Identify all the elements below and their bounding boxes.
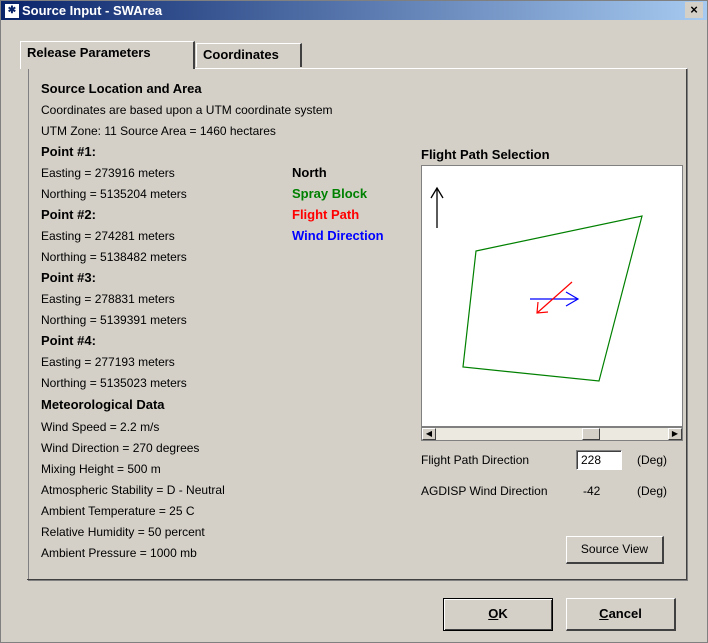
flight-path-direction-input[interactable] — [576, 450, 622, 470]
legend-flight-path: Flight Path — [292, 207, 360, 222]
point-3-northing: Northing = 5139391 meters — [41, 313, 187, 327]
flight-path-scrollbar[interactable]: ◀ ▶ — [421, 427, 683, 441]
agdisp-wind-direction-label: AGDISP Wind Direction — [421, 484, 548, 498]
agdisp-wind-direction-unit: (Deg) — [637, 484, 668, 498]
flight-path-plot — [421, 165, 683, 427]
scroll-thumb[interactable] — [582, 428, 600, 440]
point-3-label: Point #3: — [41, 270, 96, 285]
flight-path-title: Flight Path Selection — [421, 147, 550, 162]
point-4-northing: Northing = 5135023 meters — [41, 376, 187, 390]
flight-path-arrow-icon — [536, 281, 573, 314]
tab-coordinates[interactable]: Coordinates — [196, 43, 302, 67]
point-1-label: Point #1: — [41, 144, 96, 159]
north-arrow-icon — [430, 186, 444, 228]
met-stability: Atmospheric Stability = D - Neutral — [41, 483, 225, 497]
met-wind-speed: Wind Speed = 2.2 m/s — [41, 420, 160, 434]
wind-direction-arrow-icon — [530, 291, 580, 307]
zone-area: UTM Zone: 11 Source Area = 1460 hectares — [41, 124, 276, 138]
met-humidity: Relative Humidity = 50 percent — [41, 525, 205, 539]
flight-path-direction-unit: (Deg) — [637, 453, 668, 467]
coord-note: Coordinates are based upon a UTM coordin… — [41, 103, 333, 117]
legend-north: North — [292, 165, 327, 180]
close-icon[interactable]: × — [685, 2, 703, 18]
scroll-left-icon[interactable]: ◀ — [422, 428, 436, 440]
ok-accel: O — [488, 606, 499, 621]
point-1-easting: Easting = 273916 meters — [41, 166, 175, 180]
met-wind-direction: Wind Direction = 270 degrees — [41, 441, 200, 455]
point-3-easting: Easting = 278831 meters — [41, 292, 175, 306]
point-1-northing: Northing = 5135204 meters — [41, 187, 187, 201]
ok-label-rest: K — [498, 606, 508, 621]
title-bar: ✱ Source Input - SWArea × — [1, 1, 707, 20]
cancel-label-rest: ancel — [608, 606, 642, 621]
point-2-label: Point #2: — [41, 207, 96, 222]
met-mixing-height: Mixing Height = 500 m — [41, 462, 161, 476]
legend-spray-block: Spray Block — [292, 186, 368, 201]
flight-path-direction-label: Flight Path Direction — [421, 453, 530, 467]
legend-wind-direction: Wind Direction — [292, 228, 384, 243]
source-view-button[interactable]: Source View — [566, 536, 664, 564]
point-4-label: Point #4: — [41, 333, 96, 348]
met-pressure: Ambient Pressure = 1000 mb — [41, 546, 197, 560]
source-heading: Source Location and Area — [41, 81, 202, 96]
met-temperature: Ambient Temperature = 25 C — [41, 504, 195, 518]
scroll-right-icon[interactable]: ▶ — [668, 428, 682, 440]
point-2-easting: Easting = 274281 meters — [41, 229, 175, 243]
app-icon: ✱ — [4, 3, 20, 19]
ok-button[interactable]: OK — [443, 598, 553, 631]
point-4-easting: Easting = 277193 meters — [41, 355, 175, 369]
tab-release-parameters[interactable]: Release Parameters — [20, 41, 195, 69]
met-heading: Meteorological Data — [41, 397, 165, 412]
agdisp-wind-direction-value: -42 — [583, 484, 601, 498]
plot-canvas — [430, 186, 643, 382]
point-2-northing: Northing = 5138482 meters — [41, 250, 187, 264]
cancel-accel: C — [599, 606, 609, 621]
window-title: Source Input - SWArea — [22, 3, 163, 18]
cancel-button[interactable]: Cancel — [566, 598, 676, 631]
